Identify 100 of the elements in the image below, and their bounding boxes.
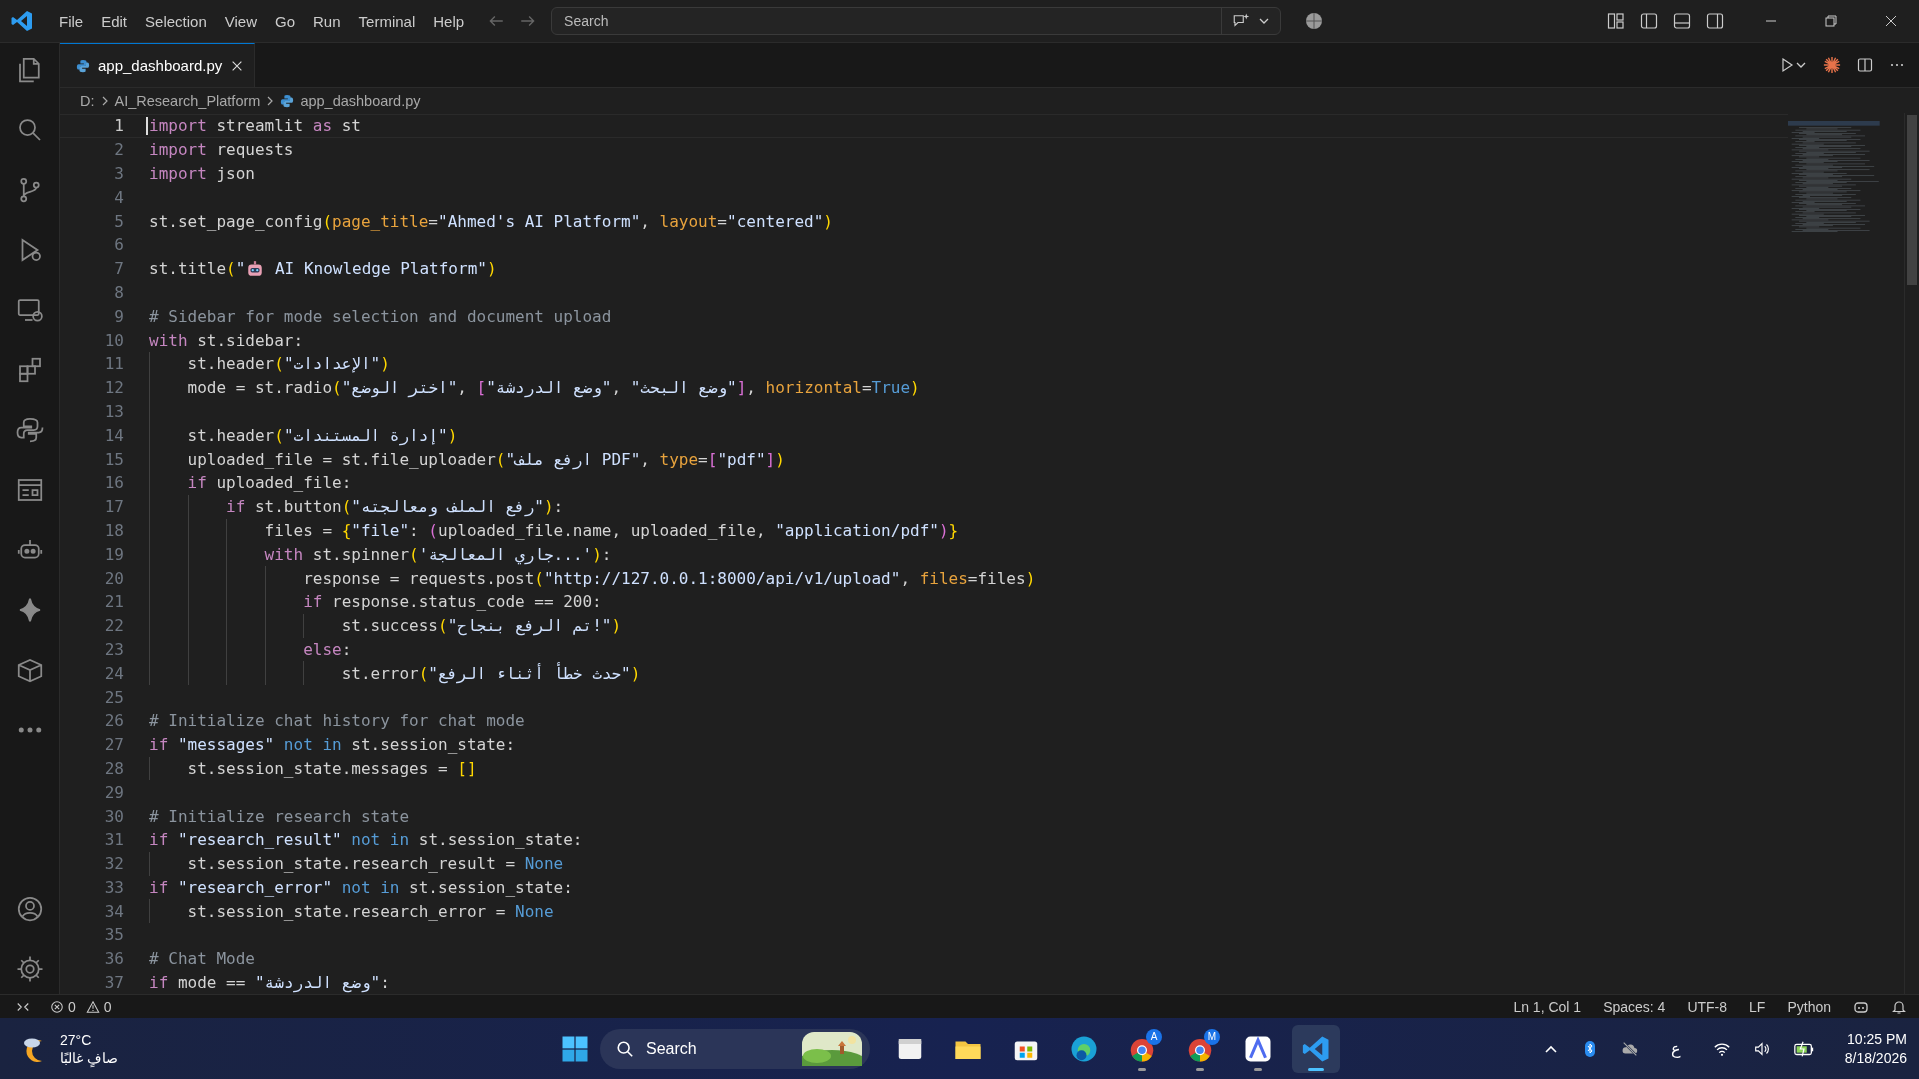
line-number: 31 xyxy=(103,830,124,850)
code-line: if uploaded_file: xyxy=(186,473,352,493)
menu-item[interactable]: Terminal xyxy=(349,8,425,34)
warning-icon[interactable] xyxy=(85,999,100,1014)
app-badge: M xyxy=(1204,1028,1220,1045)
status-item[interactable]: Ln 1, Col 1 xyxy=(1513,998,1582,1015)
menu-item[interactable]: Selection xyxy=(136,8,216,34)
code-text: st.title xyxy=(149,259,227,279)
command-center[interactable]: Search xyxy=(551,7,1282,35)
line-number: 24 xyxy=(103,663,124,683)
line-number: 32 xyxy=(103,854,124,874)
error-icon[interactable] xyxy=(50,999,64,1014)
clock-date[interactable]: 8/18/2026 xyxy=(1844,1048,1907,1068)
menu-item[interactable]: Go xyxy=(266,8,304,34)
cloud-off-icon[interactable] xyxy=(1620,1039,1639,1058)
line-number: 26 xyxy=(103,711,124,731)
line-number: 30 xyxy=(103,806,124,826)
secondary-sidebar-icon[interactable] xyxy=(1706,12,1724,30)
line-number: 10 xyxy=(103,330,124,350)
status-item[interactable]: UTF-8 xyxy=(1687,998,1728,1015)
running-indicator xyxy=(1138,1067,1146,1071)
line-number: 35 xyxy=(103,925,124,945)
status-item[interactable]: Python xyxy=(1787,998,1831,1015)
status-item[interactable]: LF xyxy=(1749,998,1766,1015)
keyboard-language[interactable]: ع xyxy=(1670,1039,1681,1058)
python-icon[interactable] xyxy=(14,415,45,445)
running-indicator xyxy=(1196,1067,1204,1071)
line-number: 13 xyxy=(103,401,124,421)
line-number: 33 xyxy=(103,877,124,897)
line-number: 28 xyxy=(103,758,124,778)
running-indicator xyxy=(1308,1067,1324,1071)
code-line: files = {"file": (uploaded_file.name, uploaded_file, "application/pdf")} xyxy=(263,520,959,540)
clock-time[interactable]: 10:25 PM xyxy=(1847,1029,1907,1049)
line-number: 11 xyxy=(103,354,124,374)
code-line: import requests xyxy=(149,140,294,160)
layout-icon[interactable] xyxy=(1607,12,1625,30)
restore-icon[interactable] xyxy=(1823,13,1839,29)
temperature[interactable]: 27°C xyxy=(60,1030,118,1049)
chat-sparkle-icon[interactable] xyxy=(1232,12,1251,30)
line-number: 29 xyxy=(103,782,124,802)
code-line: import streamlit as st xyxy=(149,116,361,136)
search-field[interactable]: Search xyxy=(552,12,1222,30)
run-icon[interactable] xyxy=(1779,57,1795,73)
line-number: 27 xyxy=(103,735,124,755)
error-count[interactable]: 0 xyxy=(68,998,76,1015)
weather-condition[interactable]: صافٍ غالبًا xyxy=(60,1048,118,1067)
line-number: 14 xyxy=(103,425,124,445)
menu-item[interactable]: Run xyxy=(304,8,350,34)
line-number: 21 xyxy=(103,592,124,612)
code-text: ( xyxy=(226,259,236,279)
code-line: if "research_error" not in st.session_state: xyxy=(149,877,573,897)
search-field[interactable]: Search xyxy=(644,1038,778,1059)
code-text: ) xyxy=(486,259,497,279)
line-number: 5 xyxy=(113,211,124,231)
breadcrumb-item[interactable]: AI_Research_Platform xyxy=(114,92,261,109)
editor-tab[interactable]: app_dashboard.py xyxy=(60,43,256,87)
split-editor-icon[interactable] xyxy=(1857,57,1873,73)
line-number: 3 xyxy=(113,164,124,183)
panel-toggle-icon[interactable] xyxy=(1673,12,1691,30)
taskbar-app[interactable]: A xyxy=(1118,1024,1166,1073)
starburst-icon[interactable] xyxy=(1823,56,1841,74)
line-number: 1 xyxy=(113,116,124,136)
volume-icon[interactable] xyxy=(1752,1039,1771,1058)
text-cursor xyxy=(146,117,148,135)
line-number: 6 xyxy=(113,235,124,255)
line-number: 7 xyxy=(113,259,124,279)
line-number: 36 xyxy=(103,949,124,969)
code-line: with st.sidebar: xyxy=(149,330,304,350)
code-line: import json xyxy=(149,164,255,183)
chevron-right-icon xyxy=(100,94,109,107)
code-line: else: xyxy=(302,639,352,659)
close-icon[interactable] xyxy=(1883,13,1899,29)
breadcrumb-item[interactable]: D: xyxy=(80,92,95,109)
battery-charging-icon[interactable] xyxy=(1792,1038,1815,1059)
line-number: 2 xyxy=(113,140,124,160)
code-line: # Chat Mode xyxy=(149,949,255,969)
line-number: 12 xyxy=(103,378,124,398)
sidebar-toggle-icon[interactable] xyxy=(1640,12,1658,30)
line-number: 8 xyxy=(113,282,124,302)
status-item[interactable]: Spaces: 4 xyxy=(1603,998,1666,1015)
scrollbar-thumb[interactable] xyxy=(1907,115,1917,285)
menu-item[interactable]: View xyxy=(215,8,266,34)
code-line: if "research_result" not in st.session_state: xyxy=(149,830,583,850)
code-line: st.session_state.messages = [] xyxy=(186,758,477,778)
warning-count[interactable]: 0 xyxy=(103,998,112,1015)
breadcrumb-item[interactable]: app_dashboard.py xyxy=(300,92,421,109)
code-line: if "messages" not in st.session_state: xyxy=(149,735,516,755)
taskbar-app[interactable]: M xyxy=(1176,1024,1224,1073)
running-indicator xyxy=(1254,1067,1262,1071)
bell-icon[interactable] xyxy=(1891,998,1907,1015)
menu-item[interactable]: Help xyxy=(424,8,474,34)
line-number: 18 xyxy=(103,520,124,540)
app-badge: A xyxy=(1146,1028,1162,1045)
line-number: 20 xyxy=(103,568,124,588)
line-number: 23 xyxy=(103,639,124,659)
taskbar-search-bar[interactable]: Search xyxy=(600,1028,870,1069)
menu-item[interactable]: Edit xyxy=(92,8,137,34)
menu-item[interactable]: File xyxy=(50,8,93,34)
code-line: response = requests.post("http://127.0.0.1:8000/api/v1/upload", files=files) xyxy=(302,568,1036,588)
line-number: 9 xyxy=(113,306,124,326)
